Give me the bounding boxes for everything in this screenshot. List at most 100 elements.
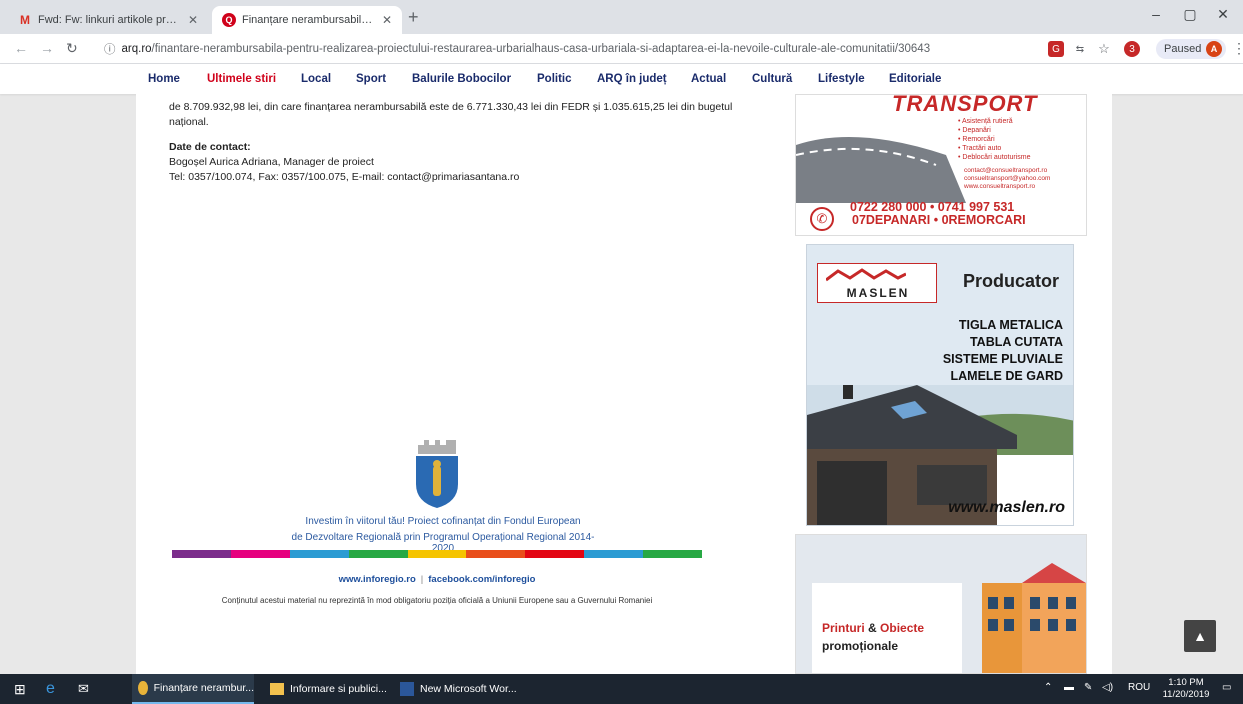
clock-time: 1:10 PM — [1168, 677, 1204, 688]
volume-icon[interactable]: ◁) — [1102, 682, 1113, 693]
service-item: • Deblocări autoturisme — [958, 154, 1031, 161]
nav-arq-in-judet[interactable]: ARQ în județ — [597, 73, 667, 85]
printuri-word2: Obiecte — [880, 621, 925, 635]
edge-icon[interactable]: e — [46, 674, 55, 704]
taskbar-app-word[interactable]: New Microsoft Wor... — [396, 674, 517, 704]
site-favicon-icon: Q — [222, 13, 236, 27]
url-domain: arq.ro — [121, 43, 152, 55]
nav-cultura[interactable]: Cultură — [752, 73, 792, 85]
word-icon — [400, 682, 414, 696]
close-icon[interactable]: ✕ — [188, 13, 198, 27]
inforegio-link[interactable]: www.inforegio.ro — [339, 574, 416, 585]
close-icon[interactable]: ✕ — [382, 13, 392, 27]
feature-item: LAMELE DE GARD — [950, 369, 1064, 383]
chrome-icon — [138, 681, 148, 695]
phone-slogan: 07DEPANARI • 0REMORCARI — [852, 213, 1026, 227]
transport-services: • Asistență rutieră • Depanări • Remorcă… — [958, 117, 1030, 162]
ribbon-stripe — [230, 550, 290, 558]
profile-status: Paused — [1164, 43, 1202, 55]
ribbon-stripe — [643, 550, 703, 558]
contact-item: contact@consueltransport.ro — [964, 167, 1048, 174]
site-navigation: Home Ultimele stiri Local Sport Balurile… — [0, 64, 1243, 94]
windows-taskbar: ⊞ e ✉ Finanțare nerambur... Informare si… — [0, 674, 1243, 704]
language-indicator[interactable]: ROU — [1128, 682, 1150, 693]
ribbon-stripe — [525, 550, 585, 558]
maslen-features: TIGLA METALICA TABLA CUTATA SISTEME PLUV… — [943, 317, 1063, 385]
toolbar: ← → ↻ ⓘ arq.ro/finantare-nerambursabila-… — [0, 34, 1243, 64]
color-ribbon — [172, 550, 703, 558]
facebook-link[interactable]: facebook.com/inforegio — [428, 574, 535, 585]
printuri-word1: Printuri — [822, 621, 865, 635]
contact-item: consueltransport@yahoo.com — [964, 175, 1051, 182]
notifications-icon[interactable]: ▭ — [1222, 682, 1231, 693]
service-item: • Tractări auto — [958, 145, 1002, 152]
nav-lifestyle[interactable]: Lifestyle — [818, 73, 865, 85]
extension-badge-icon[interactable]: 3 — [1124, 41, 1140, 57]
taskbar-app-label: Informare si publici... — [290, 683, 387, 695]
extension-badge-count: 3 — [1129, 43, 1135, 55]
maslen-headline: Producator — [963, 271, 1060, 291]
tab-article[interactable]: Q Finanțare nerambursabilă pentru ✕ — [212, 6, 402, 34]
service-item: • Remorcări — [958, 136, 995, 143]
back-icon[interactable]: ← — [14, 40, 28, 56]
gmail-icon: M — [20, 13, 30, 27]
road-illustration-icon — [796, 137, 966, 203]
nav-sport[interactable]: Sport — [356, 73, 386, 85]
tray-chevron-icon[interactable]: ⌃ — [1044, 682, 1052, 693]
ad-maslen[interactable]: MASLEN Producator TIGLA METALICA TABLA C… — [806, 244, 1074, 526]
forward-icon[interactable]: → — [40, 40, 54, 56]
url-path: /finantare-nerambursabila-pentru-realiza… — [151, 43, 931, 55]
bookmark-star-icon[interactable]: ☆ — [1096, 41, 1112, 57]
extension-icon[interactable]: G — [1048, 41, 1064, 57]
contact-name: Bogoșel Aurica Adriana, Manager de proie… — [169, 156, 374, 168]
nav-actual[interactable]: Actual — [691, 73, 726, 85]
transport-phones: 0722 280 000 • 0741 997 531 07DEPANARI •… — [850, 201, 1026, 227]
taskbar-app-label: Finanțare nerambur... — [153, 682, 254, 694]
avatar: A — [1206, 41, 1222, 57]
nav-balurile-bobocilor[interactable]: Balurile Bobocilor — [412, 73, 511, 85]
translate-icon[interactable]: ⇆ — [1072, 41, 1088, 57]
poster-line-1: Investim în viitorul tău! Proiect cofina… — [305, 516, 581, 527]
contact-item: www.consueltransport.ro — [964, 183, 1036, 190]
taskbar-app-chrome[interactable]: Finanțare nerambur... — [132, 674, 254, 704]
new-tab-button[interactable]: + — [408, 7, 419, 28]
phone-icon: ✆ — [810, 207, 834, 231]
wave-logo-icon — [826, 268, 906, 282]
ribbon-stripe — [348, 550, 408, 558]
feature-item: TIGLA METALICA — [958, 318, 1063, 332]
tab-title: Fwd: Fw: linkuri artikole proiecte — [38, 14, 182, 26]
poster-links: www.inforegio.ro | facebook.com/inforegio — [312, 574, 562, 585]
windows-start-icon[interactable]: ⊞ — [14, 674, 26, 704]
network-icon[interactable]: ▬ — [1064, 682, 1074, 693]
maslen-site: www.maslen.ro — [948, 499, 1065, 516]
page-content: de 8.709.932,98 lei, din care finanțarea… — [136, 94, 1112, 674]
printuri-line2: promoționale — [822, 639, 899, 653]
ribbon-stripe — [407, 550, 467, 558]
printuri-line1: Printuri & Obiecte — [822, 621, 924, 635]
coat-of-arms-icon — [416, 440, 458, 508]
ad-printuri[interactable]: Printuri & Obiecte promoționale — [795, 534, 1087, 674]
info-icon[interactable]: ⓘ — [104, 41, 116, 57]
contact-heading: Date de contact: — [169, 141, 251, 153]
mail-icon[interactable]: ✉ — [78, 674, 89, 704]
address-bar[interactable]: ⓘ arq.ro/finantare-nerambursabila-pentru… — [96, 37, 1106, 61]
window-close-button[interactable]: ✕ — [1203, 6, 1243, 23]
menu-icon[interactable]: ⋮ — [1232, 40, 1243, 57]
profile-button[interactable]: Paused A — [1156, 39, 1226, 59]
reload-icon[interactable]: ↻ — [66, 40, 78, 57]
pen-icon[interactable]: ✎ — [1084, 682, 1092, 693]
nav-ultimele-stiri[interactable]: Ultimele stiri — [207, 73, 276, 85]
taskbar-app-explorer[interactable]: Informare si publici... — [266, 674, 387, 704]
nav-editoriale[interactable]: Editoriale — [889, 73, 941, 85]
scroll-to-top-button[interactable]: ▲ — [1184, 620, 1216, 652]
service-item: • Depanări — [958, 127, 991, 134]
ribbon-stripe — [466, 550, 526, 558]
transport-contacts: contact@consueltransport.ro consueltrans… — [964, 167, 1050, 191]
nav-politic[interactable]: Politic — [537, 73, 572, 85]
eu-disclaimer: Conținutul acestui material nu reprezint… — [221, 596, 653, 605]
ad-transport[interactable]: TRANSPORT • Asistență rutieră • Depanări… — [795, 94, 1087, 236]
tab-gmail[interactable]: M Fwd: Fw: linkuri artikole proiecte ✕ — [8, 6, 208, 34]
clock[interactable]: 1:10 PM 11/20/2019 — [1160, 677, 1212, 701]
nav-local[interactable]: Local — [301, 73, 331, 85]
nav-home[interactable]: Home — [148, 73, 180, 85]
